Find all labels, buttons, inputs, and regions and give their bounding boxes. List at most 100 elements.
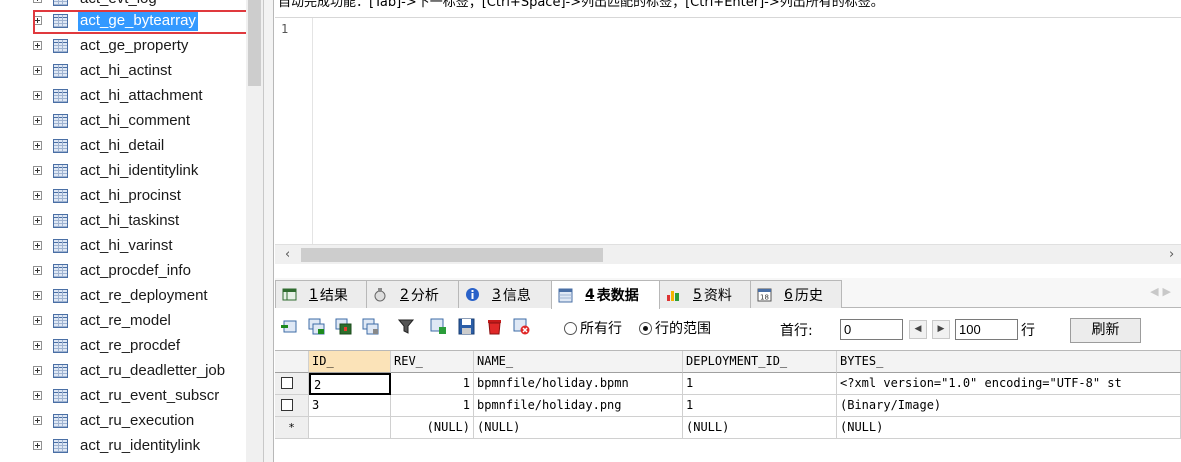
tree-item-table[interactable]: act_ru_identitylink	[0, 434, 246, 459]
column-header[interactable]: DEPLOYMENT_ID_	[683, 351, 837, 373]
column-header[interactable]: BYTES_	[837, 351, 1181, 373]
tree-item-table[interactable]: act_ru_deadletter_job	[0, 359, 246, 384]
tree-item-table[interactable]: act_hi_varinst	[0, 234, 246, 259]
expand-icon[interactable]	[33, 441, 42, 450]
tree-item-label: act_re_model	[80, 312, 171, 329]
column-header[interactable]: ID_	[309, 351, 391, 373]
tab-scroll-arrows-icon[interactable]: ◀▶	[1150, 285, 1175, 298]
editor-hscrollbar-thumb[interactable]	[301, 248, 603, 262]
rows-count-input[interactable]: 100	[955, 319, 1018, 340]
insert-row-icon[interactable]	[281, 318, 298, 335]
radio-icon[interactable]	[564, 321, 577, 335]
object-browser-tree: act_evt_log act_ge_bytearrayact_ge_prope…	[0, 0, 263, 462]
row-selector[interactable]	[275, 373, 309, 395]
tree-scrollbar-thumb[interactable]	[248, 0, 261, 86]
table-cell[interactable]: 2	[309, 373, 391, 395]
table-cell[interactable]	[309, 417, 391, 439]
table-cell[interactable]: 1	[391, 395, 474, 417]
tree-item-table[interactable]: act_procdef_info	[0, 259, 246, 284]
pane-splitter[interactable]	[263, 0, 274, 462]
expand-icon[interactable]	[33, 191, 42, 200]
tree-item-table[interactable]: act_hi_procinst	[0, 184, 246, 209]
row-checkbox[interactable]	[281, 399, 293, 411]
table-cell[interactable]: (Binary/Image)	[837, 395, 1181, 417]
tree-item-table[interactable]: act_hi_taskinst	[0, 209, 246, 234]
tree-scrollbar[interactable]	[246, 0, 263, 462]
tree-item-table[interactable]: act_re_model	[0, 309, 246, 334]
tab-profiler[interactable]: 2 分析	[366, 280, 459, 308]
clear-table-icon[interactable]	[513, 318, 530, 335]
tree-item-table[interactable]: act_re_procdef	[0, 334, 246, 359]
new-row-marker[interactable]: *	[275, 417, 309, 439]
expand-icon[interactable]	[33, 241, 42, 250]
first-row-input[interactable]: 0	[840, 319, 903, 340]
table-cell[interactable]: (NULL)	[837, 417, 1181, 439]
editor-hscrollbar[interactable]: ‹ ›	[275, 244, 1181, 264]
expand-icon[interactable]	[33, 216, 42, 225]
expand-icon[interactable]	[33, 41, 42, 50]
expand-icon[interactable]	[33, 166, 42, 175]
expand-icon[interactable]	[33, 291, 42, 300]
tree-item-table[interactable]: act_re_deployment	[0, 284, 246, 309]
expand-icon[interactable]	[33, 316, 42, 325]
row-selector[interactable]	[275, 395, 309, 417]
all-rows-radio[interactable]: 所有行	[564, 318, 622, 338]
save-changes-icon[interactable]	[335, 318, 352, 335]
expand-icon[interactable]	[33, 266, 42, 275]
table-cell[interactable]: bpmnfile/holiday.png	[474, 395, 683, 417]
refresh-button[interactable]: 刷新	[1070, 318, 1141, 343]
tree-item-table[interactable]: act_hi_actinst	[0, 59, 246, 84]
tree-item-table[interactable]: act_hi_detail	[0, 134, 246, 159]
table-cell[interactable]: 1	[391, 373, 474, 395]
tab-table-data[interactable]: 4 表数据	[551, 280, 660, 309]
tab-info-chart[interactable]: 5 资料	[659, 280, 751, 308]
tab-result[interactable]: 1 结果	[275, 280, 367, 308]
save-icon[interactable]	[458, 318, 475, 335]
expand-icon[interactable]	[33, 66, 42, 75]
scroll-right-icon[interactable]: ›	[1169, 247, 1174, 262]
expand-icon[interactable]	[33, 416, 42, 425]
filter-icon[interactable]	[397, 318, 415, 335]
table-cell[interactable]: 3	[309, 395, 391, 417]
table-cell[interactable]: <?xml version="1.0" encoding="UTF-8" st	[837, 373, 1181, 395]
radio-selected-icon[interactable]	[639, 321, 652, 335]
expand-icon[interactable]	[33, 366, 42, 375]
tree-item-table[interactable]: act_hi_comment	[0, 109, 246, 134]
query-editor[interactable]: 1 ‹ ›	[275, 17, 1181, 264]
row-checkbox[interactable]	[281, 377, 293, 389]
table-icon	[53, 64, 68, 78]
delete-icon[interactable]	[486, 318, 503, 335]
tab-info[interactable]: 3 信息	[458, 280, 552, 308]
expand-icon[interactable]	[33, 341, 42, 350]
tab-history[interactable]: 18 6 历史	[750, 280, 842, 308]
tree-item-table[interactable]: act_ge_property	[0, 34, 246, 59]
row-range-radio[interactable]: 行的范围	[639, 318, 711, 338]
expand-icon[interactable]	[33, 91, 42, 100]
tree-item-table[interactable]: act_ru_event_subscr	[0, 384, 246, 409]
table-cell[interactable]: bpmnfile/holiday.bpmn	[474, 373, 683, 395]
table-cell[interactable]: (NULL)	[391, 417, 474, 439]
expand-icon[interactable]	[33, 391, 42, 400]
expand-icon[interactable]	[33, 116, 42, 125]
column-header[interactable]: NAME_	[474, 351, 683, 373]
tree-item-table[interactable]: act_hi_identitylink	[0, 159, 246, 184]
tree-item-table[interactable]: act_hi_attachment	[0, 84, 246, 109]
next-page-icon[interactable]: ▶	[932, 320, 950, 339]
expand-icon[interactable]	[33, 0, 42, 3]
table-cell[interactable]: 1	[683, 395, 837, 417]
tree-item-label: act_re_procdef	[80, 337, 181, 354]
expand-icon[interactable]	[33, 141, 42, 150]
scroll-left-icon[interactable]: ‹	[285, 247, 290, 262]
prev-page-icon[interactable]: ◀	[909, 320, 927, 339]
column-header[interactable]: REV_	[391, 351, 474, 373]
refresh-table-icon[interactable]	[430, 318, 447, 335]
table-cell[interactable]: 1	[683, 373, 837, 395]
table-cell[interactable]: (NULL)	[683, 417, 837, 439]
cancel-changes-icon[interactable]	[362, 318, 379, 335]
line-number: 1	[281, 22, 289, 36]
grid-corner[interactable]	[275, 351, 309, 373]
table-cell[interactable]: (NULL)	[474, 417, 683, 439]
data-grid[interactable]: ID_ REV_ NAME_ DEPLOYMENT_ID_ BYTES_ 2 1…	[275, 350, 1181, 462]
duplicate-row-icon[interactable]	[308, 318, 325, 335]
tree-item-table[interactable]: act_ru_execution	[0, 409, 246, 434]
